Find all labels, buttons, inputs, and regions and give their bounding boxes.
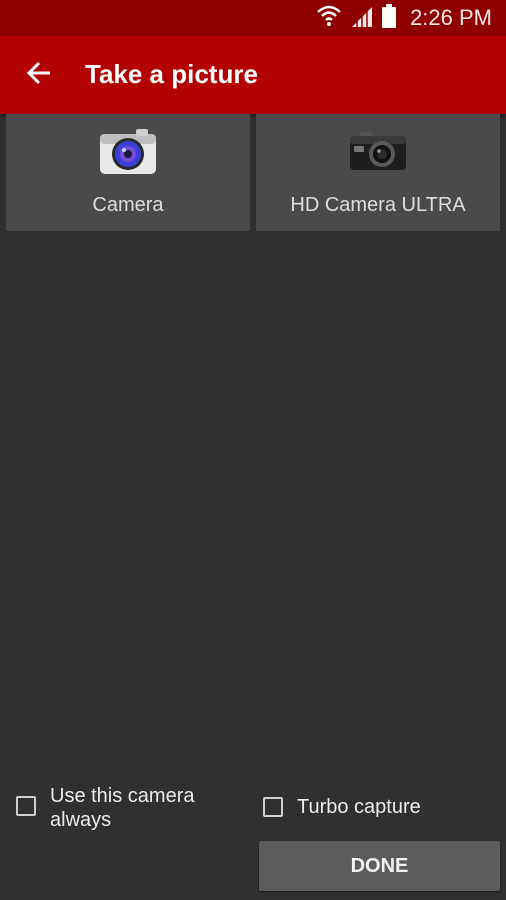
use-always-option[interactable]: Use this camera always (16, 784, 220, 832)
status-bar: 2:26 PM (0, 0, 506, 36)
app-option-label: Camera (92, 194, 164, 216)
use-always-label: Use this camera always (50, 785, 195, 831)
turbo-capture-checkbox[interactable] (263, 797, 283, 817)
page-title: Take a picture (85, 59, 258, 89)
turbo-capture-label: Turbo capture (297, 796, 421, 818)
done-button[interactable]: DONE (259, 841, 500, 891)
use-always-checkbox[interactable] (16, 796, 36, 816)
hd-camera-icon (348, 126, 408, 176)
signal-icon (350, 5, 374, 32)
app-bar: Take a picture (0, 36, 506, 114)
app-option-camera[interactable]: Camera (6, 114, 250, 231)
battery-icon (382, 3, 397, 33)
app-option-hd-camera-ultra[interactable]: HD Camera ULTRA (256, 114, 500, 231)
wifi-icon (316, 4, 342, 33)
back-button[interactable] (20, 56, 58, 94)
back-arrow-icon (26, 61, 52, 90)
status-time: 2:26 PM (410, 5, 492, 30)
app-option-label: HD Camera ULTRA (290, 194, 466, 216)
turbo-capture-option[interactable]: Turbo capture (263, 795, 421, 819)
status-icons: 2:26 PM (316, 3, 492, 33)
camera-icon (98, 126, 158, 176)
